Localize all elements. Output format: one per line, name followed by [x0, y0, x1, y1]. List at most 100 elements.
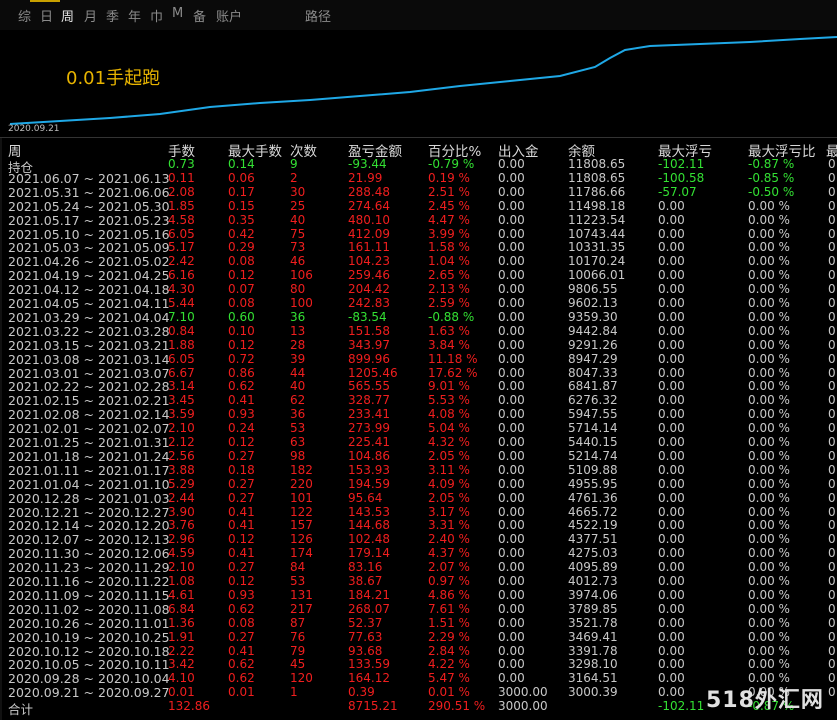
cell-lots: 4.10	[168, 671, 195, 686]
cell-period: 2021.04.26 ~ 2021.05.02	[8, 254, 170, 270]
cell-lots: 2.44	[168, 490, 195, 505]
cell-pnl: 52.37	[348, 615, 383, 630]
table-row[interactable]: 2021.03.01 ~ 2021.03.07 6.67 0.86 44 1205.46…	[0, 365, 837, 381]
table-row[interactable]: 2020.10.26 ~ 2020.11.01 1.36 0.08 87 52.37 1.…	[0, 615, 837, 631]
cell-max-dd: 0.00	[658, 351, 685, 366]
table-row[interactable]: 2021.05.17 ~ 2021.05.23 4.58 0.35 40 480.10 4…	[0, 212, 837, 228]
tab-2[interactable]: 周	[61, 6, 74, 25]
cell-pct: 2.84 %	[428, 643, 470, 658]
table-row[interactable]: 2021.06.07 ~ 2021.06.13 0.11 0.06 2 21.99 0.1…	[0, 171, 837, 186]
table-row[interactable]: 2021.04.19 ~ 2021.04.25 6.16 0.12 106 259.46…	[0, 268, 837, 284]
tab-1[interactable]: 日	[40, 6, 53, 25]
table-row[interactable]: 2021.05.10 ~ 2021.05.16 6.05 0.42 75 412.09 3…	[0, 226, 837, 242]
cell-balance: 9359.30	[568, 309, 618, 324]
cell-pnl: 144.68	[348, 518, 390, 533]
cell-max-dd-pct: 0.00 %	[748, 323, 790, 338]
cell-lots: 0.01	[168, 685, 195, 700]
table-row[interactable]: 2021.03.15 ~ 2021.03.21 1.88 0.12 28 343.97 3…	[0, 338, 837, 353]
cell-flow: 0.00	[498, 560, 525, 575]
tab-9[interactable]: 账户	[216, 6, 242, 25]
cell-max-lots: 0.35	[228, 212, 255, 227]
cell-balance: 5714.14	[568, 421, 618, 436]
tab-3[interactable]: 月	[84, 6, 97, 25]
cell-trades: 75	[290, 226, 306, 241]
cell-balance: 11223.54	[568, 212, 626, 227]
cell-period: 2021.01.04 ~ 2021.01.10	[8, 476, 170, 492]
cell-trades: 53	[290, 574, 306, 588]
table-row[interactable]: 2020.11.30 ~ 2020.12.06 4.59 0.41 174 179.14…	[0, 546, 837, 561]
table-row[interactable]: 2020.11.16 ~ 2020.11.22 1.08 0.12 53 38.67 0.…	[0, 574, 837, 589]
table-row[interactable]: 2021.04.12 ~ 2021.04.18 4.30 0.07 80 204.42 2…	[0, 282, 837, 297]
table-row[interactable]: 2021.01.25 ~ 2021.01.31 2.12 0.12 63 225.41 4…	[0, 435, 837, 450]
cell-lots: 6.67	[168, 365, 195, 380]
table-row[interactable]: 2020.10.05 ~ 2020.10.11 3.42 0.62 45 133.59 4…	[0, 657, 837, 672]
cell-max-dd: 0.00	[658, 490, 685, 505]
table-row[interactable]: 2021.02.22 ~ 2021.02.28 3.14 0.62 40 565.55 9…	[0, 379, 837, 394]
tab-4[interactable]: 季	[106, 6, 119, 25]
cell-max-dd-pct: 0.00 %	[748, 240, 790, 255]
cell-extra: 0	[828, 393, 836, 408]
cell-extra: 0	[828, 407, 836, 422]
table-row[interactable]: 持仓 0.73 0.14 9 -93.44 -0.79 % 0.00 11808.65 -102…	[0, 157, 837, 175]
table-row[interactable]: 2020.12.07 ~ 2020.12.13 2.96 0.12 126 102.48…	[0, 532, 837, 547]
table-row[interactable]: 2021.05.31 ~ 2021.06.06 2.08 0.17 30 288.48 2…	[0, 184, 837, 200]
table-row[interactable]: 2020.12.14 ~ 2020.12.20 3.76 0.41 157 144.68…	[0, 518, 837, 534]
cell-max-dd-pct: 0.00 %	[748, 476, 790, 491]
cell-lots: 1.91	[168, 629, 195, 644]
table-row[interactable]: 2021.03.29 ~ 2021.04.04 7.10 0.60 36 -83.54 -…	[0, 309, 837, 325]
table-row[interactable]: 2021.02.08 ~ 2021.02.14 3.59 0.93 36 233.41 4…	[0, 407, 837, 422]
table-row[interactable]: 2020.10.19 ~ 2020.10.25 1.91 0.27 76 77.63 2.…	[0, 629, 837, 645]
cell-flow: 0.00	[498, 351, 525, 366]
table-row[interactable]: 2021.01.18 ~ 2021.01.24 2.56 0.27 98 104.86 2…	[0, 448, 837, 464]
table-row[interactable]: 2021.03.08 ~ 2021.03.14 6.05 0.72 39 899.96 1…	[0, 351, 837, 367]
cell-lots: 1.85	[168, 198, 195, 213]
table-row[interactable]: 2021.04.05 ~ 2021.04.11 5.44 0.08 100 242.83…	[0, 296, 837, 311]
cell-lots: 5.17	[168, 240, 195, 255]
cell-extra: 0	[828, 448, 836, 463]
table-row[interactable]: 2020.12.21 ~ 2020.12.27 3.90 0.41 122 143.53…	[0, 504, 837, 520]
tab-8[interactable]: 备	[193, 6, 206, 25]
tab-6[interactable]: 巾	[150, 6, 163, 25]
tab-0[interactable]: 综	[18, 6, 31, 25]
cell-max-dd-pct: 0.00 %	[748, 309, 790, 324]
cell-lots: 3.45	[168, 393, 195, 408]
cell-extra: 0	[828, 365, 836, 380]
table-row[interactable]: 2021.02.01 ~ 2021.02.07 2.10 0.24 53 273.99 5…	[0, 421, 837, 436]
cell-flow: 0.00	[498, 546, 525, 561]
table-row[interactable]: 2021.05.03 ~ 2021.05.09 5.17 0.29 73 161.11 1…	[0, 240, 837, 255]
table-row[interactable]: 2021.01.11 ~ 2021.01.17 3.88 0.18 182 153.93…	[0, 462, 837, 478]
cell-extra: 0	[828, 268, 836, 283]
table-row[interactable]: 2021.04.26 ~ 2021.05.02 2.42 0.08 46 104.23 1…	[0, 254, 837, 270]
cell-pnl: 225.41	[348, 435, 390, 449]
tab-5[interactable]: 年	[128, 6, 141, 25]
tab-10[interactable]: 路径	[305, 6, 331, 25]
cell-trades: 157	[290, 518, 313, 533]
cell-lots: 1.08	[168, 574, 195, 588]
cell-flow: 0.00	[498, 240, 525, 255]
cell-extra: 0	[828, 184, 836, 199]
table-row[interactable]: 2020.11.23 ~ 2020.11.29 2.10 0.27 84 83.16 2.…	[0, 560, 837, 575]
table-row[interactable]: 2020.11.09 ~ 2020.11.15 4.61 0.93 131 184.21…	[0, 588, 837, 603]
cell-trades: 122	[290, 504, 313, 519]
cell-pct: 9.01 %	[428, 379, 470, 394]
table-row[interactable]: 2021.03.22 ~ 2021.03.28 0.84 0.10 13 151.58 1…	[0, 323, 837, 339]
cell-max-dd-pct: 0.00 %	[748, 574, 790, 588]
cell-max-dd-pct: 0.00 %	[748, 601, 790, 616]
cell-flow: 0.00	[498, 421, 525, 436]
cell-pct: 4.08 %	[428, 407, 470, 422]
cell-max-lots: 0.08	[228, 296, 255, 310]
table-row[interactable]: 2021.05.24 ~ 2021.05.30 1.85 0.15 25 274.64 2…	[0, 198, 837, 214]
cell-period: 2020.12.14 ~ 2020.12.20	[8, 518, 170, 534]
table-row[interactable]: 2021.02.15 ~ 2021.02.21 3.45 0.41 62 328.77 5…	[0, 393, 837, 408]
cell-balance: 5109.88	[568, 462, 618, 477]
table-row[interactable]: 2020.12.28 ~ 2021.01.03 2.44 0.27 101 95.64 2…	[0, 490, 837, 506]
cell-pnl: 104.23	[348, 254, 390, 269]
cell-max-dd: 0.00	[658, 657, 685, 672]
cell-pnl: 93.68	[348, 643, 383, 658]
table-row[interactable]: 2020.11.02 ~ 2020.11.08 6.84 0.62 217 268.07…	[0, 601, 837, 617]
table-row[interactable]: 2020.10.12 ~ 2020.10.18 2.22 0.41 79 93.68 2.…	[0, 643, 837, 659]
cell-period: 2020.10.12 ~ 2020.10.18	[8, 643, 170, 659]
tab-7[interactable]: M	[172, 6, 183, 21]
table-row[interactable]: 2021.01.04 ~ 2021.01.10 5.29 0.27 220 194.59…	[0, 476, 837, 492]
cell-period: 2021.04.19 ~ 2021.04.25	[8, 268, 170, 284]
